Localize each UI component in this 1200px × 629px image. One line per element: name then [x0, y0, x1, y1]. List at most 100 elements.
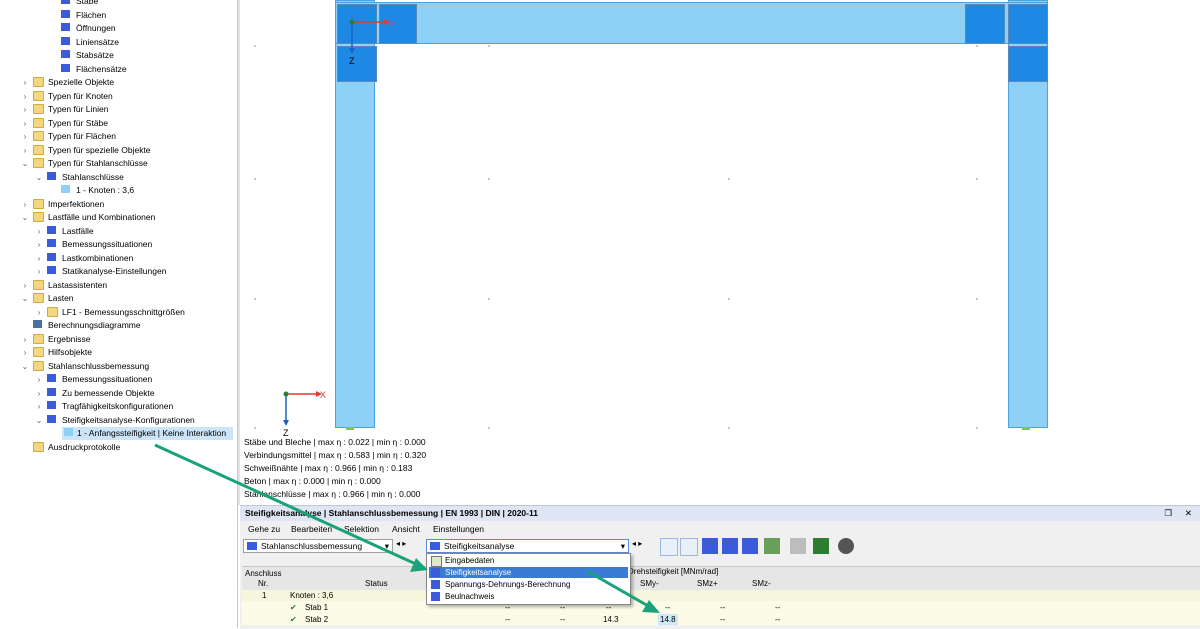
tree-item[interactable]: › Bemessungssituationen: [0, 373, 237, 386]
decimal-icon[interactable]: [813, 538, 829, 554]
tree-item[interactable]: › Typen für Knoten: [0, 90, 237, 103]
chevron-right-icon[interactable]: ›: [20, 76, 30, 89]
export-icon[interactable]: [764, 538, 780, 554]
tree-item[interactable]: ⌄ Lastfälle und Kombinationen: [0, 211, 237, 224]
col-group-header: Drehsteifigkeit [MNm/rad]: [628, 567, 719, 576]
tree-item[interactable]: ⌄ Stahlanschlussbemessung: [0, 360, 237, 373]
tree-item[interactable]: › Zu bemessende Objekte: [0, 387, 237, 400]
stiffener-right[interactable]: [1008, 46, 1048, 82]
tree-item[interactable]: ⌄ Steifigkeitsanalyse-Konfigurationen: [0, 414, 237, 427]
filter-icon[interactable]: [680, 538, 698, 556]
chevron-down-icon[interactable]: ⌄: [34, 414, 44, 427]
menu-bearbeiten[interactable]: Bearbeiten: [291, 524, 332, 534]
chevron-right-icon[interactable]: ›: [20, 279, 30, 292]
tree-item[interactable]: › Tragfähigkeitskonfigurationen: [0, 400, 237, 413]
tree-item[interactable]: Öffnungen: [0, 22, 237, 35]
tree-item-label: Typen für spezielle Objekte: [48, 144, 151, 155]
chevron-right-icon[interactable]: ›: [34, 238, 44, 251]
tree-item[interactable]: › Lastassistenten: [0, 279, 237, 292]
chevron-right-icon[interactable]: ›: [20, 198, 30, 211]
menu-ansicht[interactable]: Ansicht: [392, 524, 420, 534]
menu-einstellungen[interactable]: Einstellungen: [433, 524, 484, 534]
tree-item[interactable]: › Bemessungssituationen: [0, 238, 237, 251]
dropdown-option[interactable]: Beulnachweis: [429, 591, 628, 602]
dropdown-option[interactable]: Eingabedaten: [429, 555, 628, 567]
chevron-down-icon[interactable]: ⌄: [20, 211, 30, 224]
tree-item[interactable]: ⌄ Lasten: [0, 292, 237, 305]
beam[interactable]: [335, 2, 1048, 44]
chevron-right-icon[interactable]: ›: [34, 306, 44, 319]
table-row-group[interactable]: [242, 590, 1200, 601]
graph-icon[interactable]: [742, 538, 758, 554]
tree-item[interactable]: ⌄ Typen für Stahlanschlüsse: [0, 157, 237, 170]
chevron-right-icon[interactable]: ›: [34, 387, 44, 400]
close-icon[interactable]: ✕: [1185, 506, 1192, 521]
tree-item[interactable]: Ausdruckprotokolle: [0, 441, 237, 454]
chevron-right-icon[interactable]: ›: [34, 225, 44, 238]
tree-item[interactable]: Stabsätze: [0, 49, 237, 62]
menu-selektion[interactable]: Selektion: [344, 524, 379, 534]
chevron-right-icon[interactable]: ›: [20, 117, 30, 130]
tree-item[interactable]: ⌄ Stahlanschlüsse: [0, 171, 237, 184]
tree-item[interactable]: 1 - Anfangssteifigkeit | Keine Interakti…: [62, 427, 233, 440]
dropdown-option[interactable]: Spannungs-Dehnungs-Berechnung: [429, 579, 628, 590]
cell: --: [775, 603, 781, 612]
chevron-right-icon[interactable]: ›: [20, 90, 30, 103]
member-icon: [61, 0, 70, 4]
tree-item[interactable]: › Lastfälle: [0, 225, 237, 238]
menu-gehe-zu[interactable]: Gehe zu: [248, 524, 280, 534]
tree-item[interactable]: › Hilfsobjekte: [0, 346, 237, 359]
tree-item[interactable]: Berechnungsdiagramme: [0, 319, 237, 332]
tree-item[interactable]: › Lastkombinationen: [0, 252, 237, 265]
chevron-right-icon[interactable]: ›: [34, 373, 44, 386]
tree-item[interactable]: › Typen für spezielle Objekte: [0, 144, 237, 157]
endplate-right[interactable]: [1008, 4, 1048, 44]
search-icon[interactable]: [838, 538, 854, 554]
chevron-right-icon[interactable]: ›: [34, 265, 44, 278]
tree-item[interactable]: › Ergebnisse: [0, 333, 237, 346]
module-select[interactable]: Stahlanschlussbemessung ▾: [243, 539, 393, 553]
model-viewport[interactable]: [238, 0, 1200, 505]
prev-next-arrows[interactable]: ◂ ▸: [632, 539, 642, 548]
chevron-right-icon[interactable]: ›: [20, 130, 30, 143]
tree-item[interactable]: Stäbe: [0, 0, 237, 8]
select-rows-icon[interactable]: [660, 538, 678, 556]
tree-item[interactable]: › Typen für Flächen: [0, 130, 237, 143]
chevron-down-icon[interactable]: ⌄: [34, 171, 44, 184]
tree-item-label: Liniensätze: [76, 36, 120, 47]
tree-item[interactable]: › Spezielle Objekte: [0, 76, 237, 89]
tree-item[interactable]: › LF1 - Bemessungsschnittgrößen: [0, 306, 237, 319]
chevron-right-icon[interactable]: ›: [20, 144, 30, 157]
stress-strain-icon: [431, 580, 440, 589]
chevron-right-icon[interactable]: ›: [20, 333, 30, 346]
folder-icon: [33, 441, 44, 452]
folder-icon: [33, 198, 44, 209]
tree-item[interactable]: 1 - Knoten : 3,6: [0, 184, 237, 197]
tree-item-label: Typen für Linien: [48, 104, 109, 114]
chevron-down-icon[interactable]: ⌄: [20, 360, 30, 373]
axis-icon-top: x Z: [349, 18, 395, 66]
chevron-right-icon[interactable]: ›: [34, 252, 44, 265]
chevron-down-icon[interactable]: ⌄: [20, 157, 30, 170]
result-select[interactable]: Steifigkeitsanalyse ▾: [426, 539, 629, 553]
chevron-down-icon[interactable]: ⌄: [20, 292, 30, 305]
tree-item[interactable]: Liniensätze: [0, 36, 237, 49]
dropdown-option-selected[interactable]: Steifigkeitsanalyse: [429, 567, 628, 578]
diagram-icon[interactable]: [722, 538, 738, 554]
tree-item[interactable]: › Imperfektionen: [0, 198, 237, 211]
chevron-right-icon[interactable]: ›: [20, 346, 30, 359]
chevron-right-icon[interactable]: ›: [34, 400, 44, 413]
prev-next-arrows[interactable]: ◂ ▸: [396, 539, 406, 548]
tree-item[interactable]: Flächen: [0, 9, 237, 22]
tree-item[interactable]: Flächensätze: [0, 63, 237, 76]
tree-item[interactable]: › Statikanalyse-Einstellungen: [0, 265, 237, 278]
chevron-right-icon[interactable]: ›: [20, 103, 30, 116]
folder-icon: [33, 117, 44, 128]
stiffness-view-icon[interactable]: [702, 538, 718, 554]
print-icon[interactable]: [790, 538, 806, 554]
tree-item[interactable]: › Typen für Linien: [0, 103, 237, 116]
status-ok-icon: ✔: [290, 603, 297, 612]
haunch-right[interactable]: [965, 4, 1005, 44]
tree-item[interactable]: › Typen für Stäbe: [0, 117, 237, 130]
restore-icon[interactable]: ❐: [1164, 506, 1172, 521]
